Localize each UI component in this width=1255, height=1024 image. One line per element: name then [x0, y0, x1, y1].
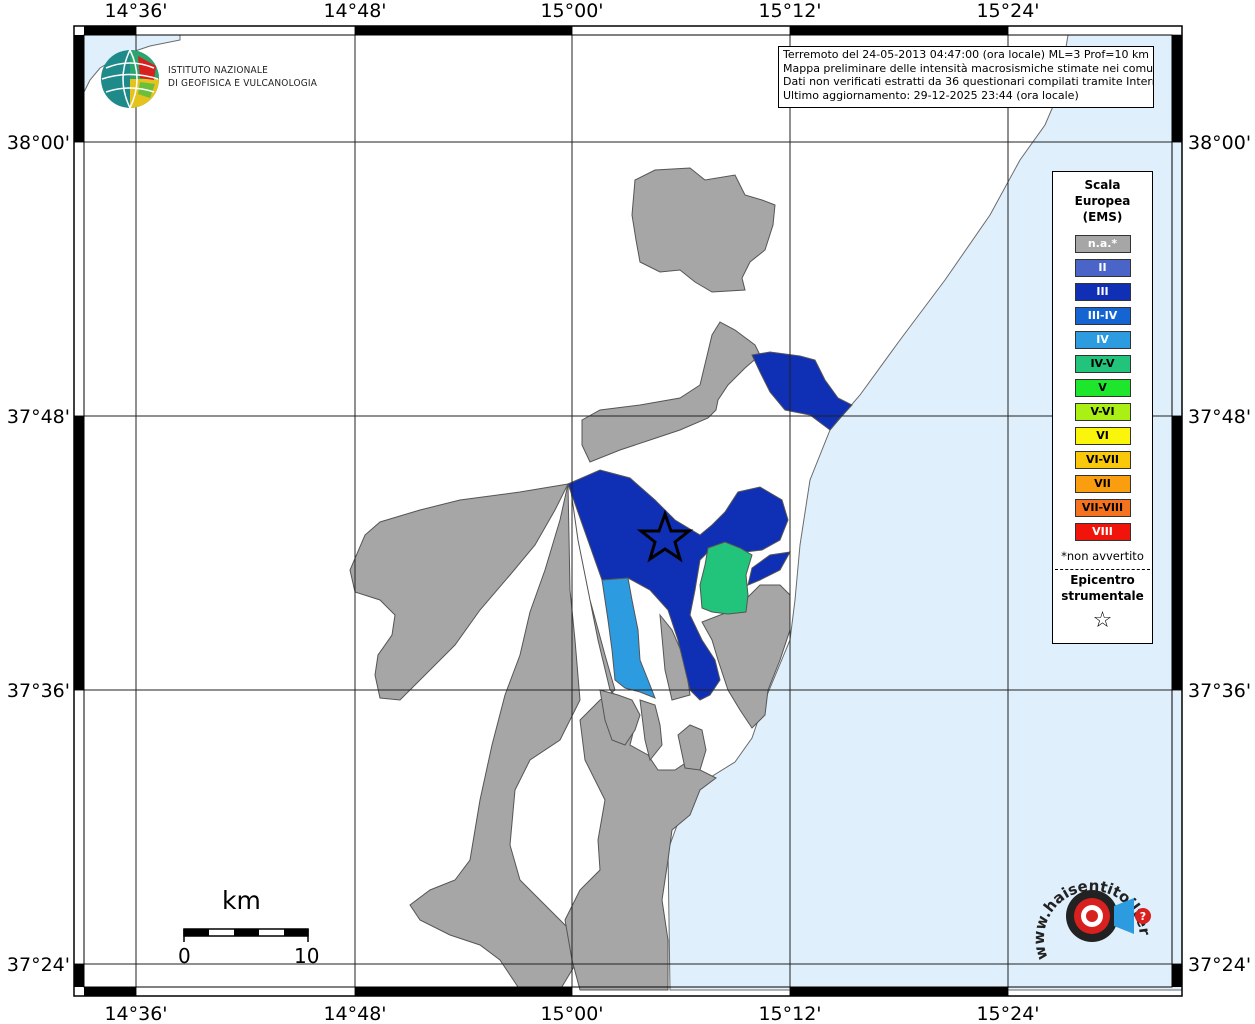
legend-item: IV-V	[1074, 355, 1131, 373]
top-tick-labels: 14°36' 14°48' 15°00' 15°12' 15°24'	[104, 0, 1039, 22]
hsit-logo: www.haisentitoilterremoto.it ?	[1022, 844, 1154, 962]
tick-lon-1-bottom: 14°36'	[104, 1003, 167, 1024]
ems-legend: Scala Europea (EMS) n.a.* II III III-IV IV IV…	[1052, 171, 1153, 644]
tick-lat-1-left: 38°00'	[7, 132, 70, 154]
left-tick-labels: 38°00' 37°48' 37°36' 37°24'	[7, 132, 70, 976]
globe-icon	[101, 49, 159, 109]
tick-lon-4-top: 15°12'	[758, 0, 821, 22]
tick-lat-3-left: 37°36'	[7, 680, 70, 702]
right-tick-labels: 38°00' 37°48' 37°36' 37°24'	[1188, 132, 1251, 976]
tick-lat-1-right: 38°00'	[1188, 132, 1251, 154]
logo-text: ISTITUTO NAZIONALE DI GEOFISICA E VULCAN…	[168, 64, 317, 90]
tick-lat-2-left: 37°48'	[7, 406, 70, 428]
tick-lon-3-bottom: 15°00'	[540, 1003, 603, 1024]
megaphone-icon	[1114, 898, 1134, 934]
tick-lon-5-top: 15°24'	[976, 0, 1039, 22]
tick-lon-1-top: 14°36'	[104, 0, 167, 22]
tick-lon-5-bottom: 15°24'	[976, 1003, 1039, 1024]
tick-lat-4-left: 37°24'	[7, 954, 70, 976]
legend-item: II	[1074, 259, 1131, 277]
legend-item: V	[1074, 379, 1131, 397]
logo-line-1: ISTITUTO NAZIONALE	[168, 65, 268, 76]
legend-note: *non avvertito	[1061, 549, 1144, 563]
bottom-tick-labels: 14°36' 14°48' 15°00' 15°12' 15°24'	[104, 1003, 1039, 1024]
hsit-badge: www.haisentitoilterremoto.it ?	[1022, 844, 1160, 978]
legend-item: VII	[1074, 475, 1131, 493]
scale-unit-label: km	[222, 886, 261, 915]
info-line-2: Mappa preliminare delle intensità macros…	[783, 61, 1154, 75]
info-line-3: Dati non verificati estratti da 36 quest…	[783, 75, 1154, 88]
legend-item: III-IV	[1074, 307, 1131, 325]
svg-text:?: ?	[1140, 910, 1146, 923]
scale-start-label: 0	[178, 944, 191, 968]
tick-lat-3-right: 37°36'	[1188, 680, 1251, 702]
legend-title: Scala Europea (EMS)	[1074, 178, 1131, 224]
info-box: Terremoto del 24-05-2013 04:47:00 (ora l…	[778, 46, 1154, 108]
legend-item: V-VI	[1074, 403, 1131, 421]
logo-line-2: DI GEOFISICA E VULCANOLOGIA	[168, 78, 318, 89]
tick-lat-4-right: 37°24'	[1188, 954, 1251, 976]
legend-star-icon: ☆	[1092, 608, 1113, 633]
municipality-intensity-IV-V	[699, 541, 753, 615]
legend-separator	[1055, 569, 1150, 570]
legend-items: n.a.* II III III-IV IV IV-V V V-VI VI VI-VII VII VI…	[1053, 235, 1152, 541]
legend-item: VI	[1074, 427, 1131, 445]
legend-item: VIII	[1074, 523, 1131, 541]
legend-item: IV	[1074, 331, 1131, 349]
legend-epicenter-label: Epicentro strumentale	[1061, 573, 1144, 603]
legend-item: VII-VIII	[1074, 499, 1131, 517]
scale-end-label: 10	[294, 944, 320, 968]
tick-lon-4-bottom: 15°12'	[758, 1003, 821, 1024]
tick-lat-2-right: 37°48'	[1188, 406, 1251, 428]
tick-lon-3-top: 15°00'	[540, 0, 603, 22]
info-line-1: Terremoto del 24-05-2013 04:47:00 (ora l…	[783, 48, 1150, 61]
legend-item: III	[1074, 283, 1131, 301]
info-line-4: Ultimo aggiornamento: 29-12-2025 23:44 (…	[783, 88, 1079, 102]
legend-item: n.a.*	[1074, 235, 1131, 253]
legend-item: VI-VII	[1074, 451, 1131, 469]
tick-lon-2-top: 14°48'	[323, 0, 386, 22]
tick-lon-2-bottom: 14°48'	[323, 1003, 386, 1024]
ingv-logo: ISTITUTO NAZIONALE DI GEOFISICA E VULCAN…	[100, 48, 330, 110]
